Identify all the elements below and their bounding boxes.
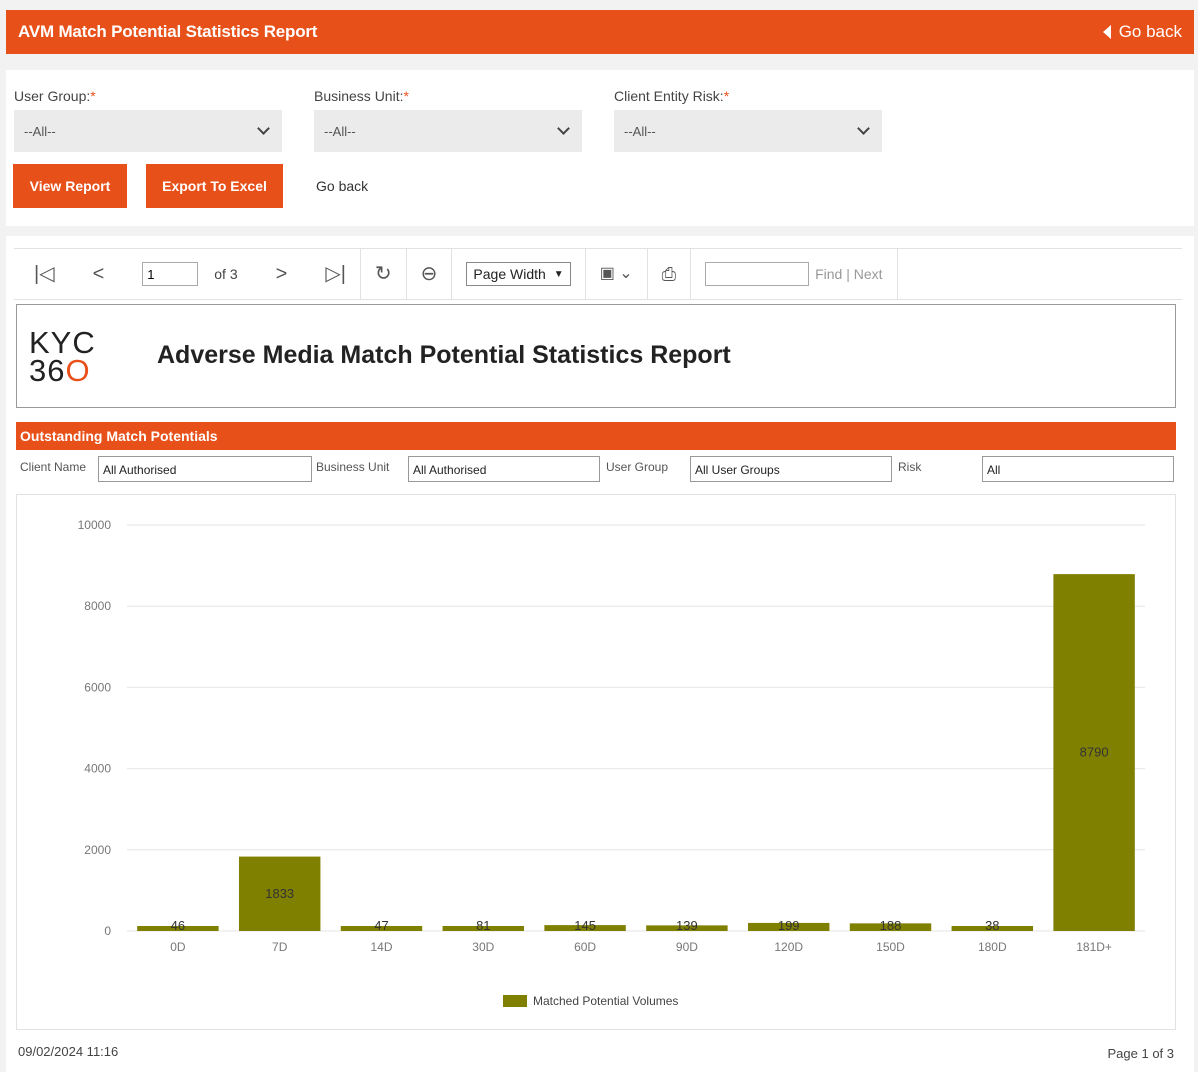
business-unit-filter: Business Unit:* --All-- (314, 88, 584, 152)
caret-down-icon: ▼ (553, 268, 564, 280)
save-section: ▣ ⌄ (586, 248, 648, 300)
pager-section: |◁ < of 3 > ▷| (14, 248, 361, 300)
x-tick-label: 180D (978, 940, 1007, 954)
data-label: 188 (880, 918, 902, 933)
last-page-icon[interactable]: ▷| (325, 264, 346, 284)
refresh-section: ↻ (361, 248, 407, 300)
footer-timestamp: 09/02/2024 11:16 (18, 1044, 119, 1059)
header-go-back-button[interactable]: Go back (1102, 22, 1182, 42)
page-title: AVM Match Potential Statistics Report (18, 22, 318, 41)
client-entity-risk-select[interactable]: --All-- (614, 110, 882, 152)
x-tick-label: 7D (272, 940, 288, 954)
filters-panel: User Group:* --All-- Business Unit:* --A… (6, 70, 1194, 226)
param-label: Business Unit (316, 460, 390, 474)
data-label: 145 (574, 918, 596, 933)
x-tick-label: 60D (574, 940, 596, 954)
user-group-filter: User Group:* --All-- (14, 88, 284, 152)
business-unit-value: --All-- (324, 123, 356, 139)
footer-page-number: Page 1 of 3 (1107, 1046, 1175, 1061)
y-tick-label: 2000 (84, 843, 111, 857)
caret-left-icon (1102, 25, 1111, 39)
header-bar: AVM Match Potential Statistics Report Go… (6, 10, 1194, 54)
legend-swatch (503, 995, 527, 1007)
x-tick-label: 90D (676, 940, 698, 954)
chevron-down-icon (557, 122, 570, 135)
zoom-value: Page Width (473, 266, 546, 282)
data-label: 1833 (265, 886, 294, 901)
data-label: 38 (985, 918, 999, 933)
first-page-icon[interactable]: |◁ (34, 264, 55, 284)
param-label: Risk (898, 460, 922, 474)
x-tick-label: 150D (876, 940, 905, 954)
user-group-label: User Group:* (14, 88, 96, 104)
find-section: Find | Next (691, 248, 898, 300)
param-label: User Group (606, 460, 669, 474)
back-arrow-icon[interactable]: ⊖ (421, 264, 438, 284)
page-count-label: of 3 (214, 266, 238, 282)
previous-page-icon[interactable]: < (93, 264, 105, 284)
next-page-icon[interactable]: > (276, 264, 288, 284)
x-tick-label: 120D (774, 940, 803, 954)
param-value: All Authorised (408, 456, 600, 482)
x-tick-label: 181D+ (1076, 940, 1112, 954)
back-section: ⊖ (407, 248, 453, 300)
kyc360-logo: KYC 36O (29, 325, 96, 388)
user-group-value: --All-- (24, 123, 56, 139)
page: AVM Match Potential Statistics Report Go… (0, 0, 1198, 1072)
x-tick-label: 0D (170, 940, 186, 954)
view-report-button[interactable]: View Report (13, 164, 127, 208)
data-label: 46 (171, 918, 185, 933)
client-entity-risk-value: --All-- (624, 123, 656, 139)
data-label: 47 (374, 918, 388, 933)
x-tick-label: 14D (370, 940, 392, 954)
data-label: 8790 (1080, 745, 1109, 760)
chart-container: 0 2000 4000 6000 8000 10000 46 0D 1833 7D 47 14D 81 3… (16, 494, 1176, 1030)
find-input[interactable] (705, 262, 810, 286)
print-icon[interactable]: ⎙ (662, 265, 676, 283)
zoom-select[interactable]: Page Width ▼ (466, 262, 571, 286)
client-entity-risk-label: Client Entity Risk:* (614, 88, 730, 104)
data-label: 81 (476, 918, 490, 933)
param-label: Client Name (20, 460, 87, 474)
business-unit-select[interactable]: --All-- (314, 110, 582, 152)
find-next-link[interactable]: Find | Next (815, 266, 882, 282)
bar-chart: 0 2000 4000 6000 8000 10000 46 0D 1833 7D 47 14D 81 3… (78, 518, 1145, 1008)
export-to-excel-button[interactable]: Export To Excel (146, 164, 283, 208)
y-tick-label: 6000 (84, 680, 111, 694)
y-tick-label: 8000 (84, 599, 111, 613)
chevron-down-icon (257, 122, 270, 135)
report-title: Adverse Media Match Potential Statistics… (157, 341, 731, 369)
section-title: Outstanding Match Potentials (16, 422, 1176, 450)
param-value: All User Groups (690, 456, 892, 482)
header-go-back-label: Go back (1118, 22, 1182, 41)
chevron-down-icon (857, 122, 870, 135)
legend-label: Matched Potential Volumes (533, 994, 678, 1008)
y-tick-label: 0 (104, 924, 111, 938)
zoom-section: Page Width ▼ (452, 248, 586, 300)
save-icon[interactable]: ▣ ⌄ (600, 266, 633, 282)
print-section: ⎙ (648, 248, 692, 300)
refresh-icon[interactable]: ↻ (375, 264, 392, 284)
data-label: 139 (676, 918, 698, 933)
report-params-row: Client Name All Authorised Business Unit… (16, 454, 1176, 482)
go-back-link[interactable]: Go back (316, 178, 368, 194)
report-header: KYC 36O Adverse Media Match Potential St… (16, 304, 1176, 408)
param-value: All (982, 456, 1174, 482)
user-group-select[interactable]: --All-- (14, 110, 282, 152)
x-tick-label: 30D (472, 940, 494, 954)
param-value: All Authorised (98, 456, 312, 482)
report-viewer: |◁ < of 3 > ▷| ↻ ⊖ Page Width ▼ ▣ ⌄ (6, 236, 1194, 1072)
client-entity-risk-filter: Client Entity Risk:* --All-- (614, 88, 884, 152)
page-number-input[interactable] (142, 262, 199, 286)
y-tick-label: 4000 (84, 762, 111, 776)
data-label: 199 (778, 918, 800, 933)
business-unit-label: Business Unit:* (314, 88, 409, 104)
y-tick-label: 10000 (78, 518, 112, 532)
report-toolbar: |◁ < of 3 > ▷| ↻ ⊖ Page Width ▼ ▣ ⌄ (14, 248, 1182, 300)
